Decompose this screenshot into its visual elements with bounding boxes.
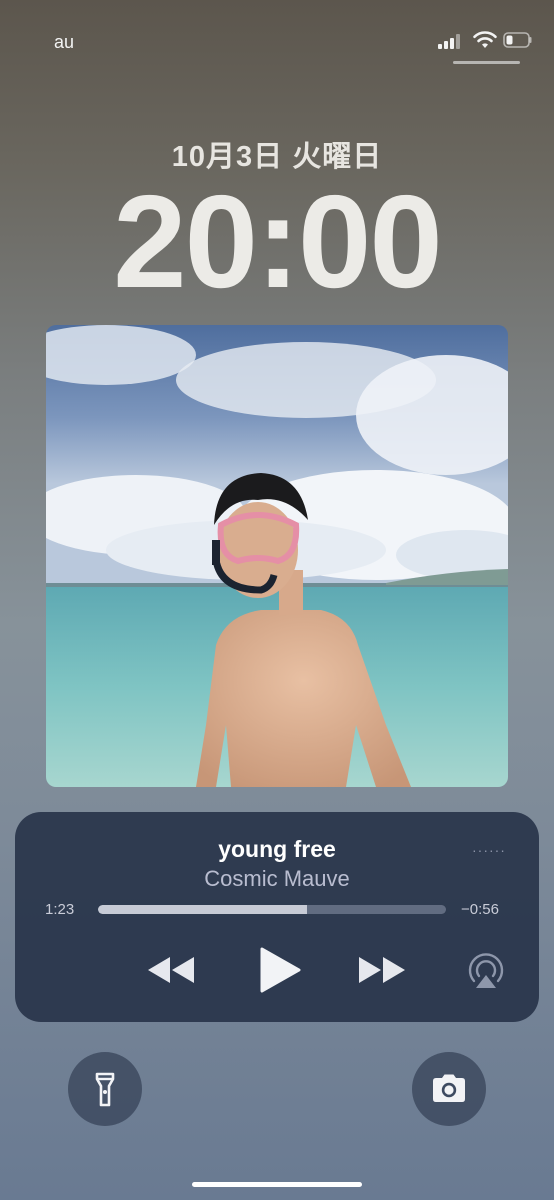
status-bar: au: [0, 0, 554, 80]
carrier-label: au: [54, 32, 75, 52]
flashlight-button[interactable]: [68, 1052, 142, 1126]
song-artist[interactable]: Cosmic Mauve: [15, 866, 539, 892]
progress-scrubber[interactable]: [98, 905, 446, 914]
song-title[interactable]: young free: [15, 836, 539, 863]
camera-icon: [433, 1074, 465, 1102]
rewind-icon[interactable]: [146, 955, 196, 985]
audio-output-indicator: ······: [472, 842, 506, 858]
airplay-icon[interactable]: [465, 951, 507, 991]
control-center-grabber[interactable]: [453, 61, 520, 64]
elapsed-time: 1:23: [45, 901, 75, 918]
remaining-time: −0:56: [461, 901, 499, 918]
cellular-signal-icon: [438, 33, 464, 49]
flashlight-icon: [95, 1072, 115, 1107]
camera-button[interactable]: [412, 1052, 486, 1126]
wifi-icon: [473, 31, 497, 48]
now-playing-widget: young free Cosmic Mauve ······ 1:23 −0:5…: [15, 812, 539, 1022]
album-artwork: [46, 325, 508, 787]
play-icon[interactable]: [258, 946, 302, 994]
home-indicator[interactable]: [192, 1182, 362, 1187]
fast-forward-icon[interactable]: [357, 955, 407, 985]
progress-fill: [98, 905, 307, 914]
lock-time: 20:00: [113, 168, 443, 315]
battery-icon: [503, 32, 532, 48]
